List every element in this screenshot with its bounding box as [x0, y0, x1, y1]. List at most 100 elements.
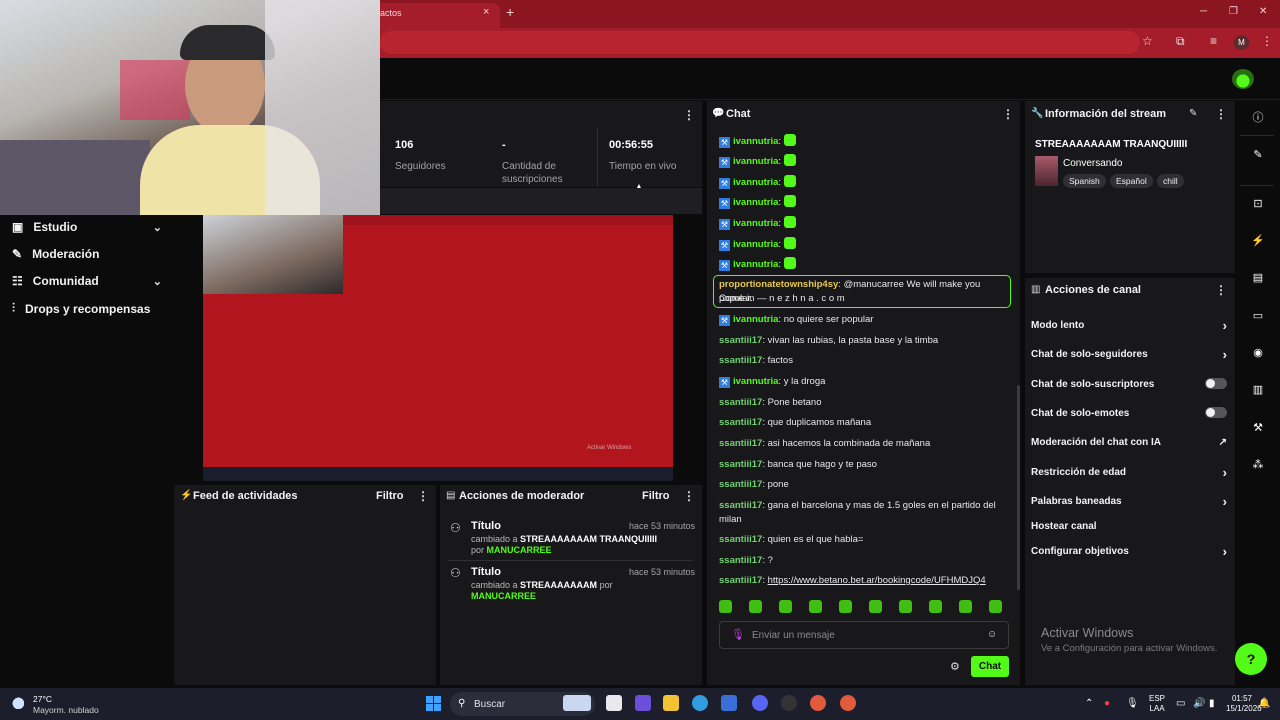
extensions-icon[interactable]: ⧉	[1176, 34, 1185, 49]
gear-icon[interactable]: ⚙	[950, 660, 960, 673]
notification-bell-icon[interactable]: 🔔	[1258, 698, 1270, 709]
category-name[interactable]: Conversando	[1063, 158, 1122, 169]
edit-pencil-icon[interactable]: ✎	[1189, 108, 1197, 119]
action-goals[interactable]: Configurar objetivos ›	[1031, 544, 1227, 559]
preview-browser-bar	[343, 215, 673, 225]
close-window-icon[interactable]: ✕	[1259, 6, 1267, 17]
chrome-icon[interactable]	[810, 695, 826, 711]
stats-menu-icon[interactable]: ⋮	[683, 108, 695, 122]
chat-message-highlight-cont: Come in — n e z h n a . c o m	[719, 293, 845, 304]
user-edit-icon: ⚇	[450, 566, 461, 580]
mod-menu-icon[interactable]: ⋮	[683, 489, 695, 503]
action-subscribers-only[interactable]: Chat de solo-suscriptores	[1031, 378, 1227, 390]
wrench-icon[interactable]: ⚒	[1251, 421, 1265, 435]
toggle-switch[interactable]	[1205, 378, 1227, 389]
bookmark-star-icon[interactable]: ☆	[1142, 34, 1153, 48]
panel-icon[interactable]: ▥	[1251, 383, 1265, 397]
weather-description[interactable]: Mayorm. nublado	[33, 705, 99, 715]
document-icon[interactable]: ▤	[1251, 271, 1265, 285]
channel-actions-menu-icon[interactable]: ⋮	[1215, 283, 1227, 297]
chat-title: Chat	[726, 108, 751, 120]
tray-chevron-icon[interactable]: ⌃	[1085, 698, 1093, 709]
info-icon[interactable]: ⓘ	[1251, 111, 1265, 125]
emote-icon[interactable]	[809, 600, 822, 613]
action-followers-only[interactable]: Chat de solo-seguidores ›	[1031, 347, 1227, 362]
emote-icon[interactable]	[989, 600, 1002, 613]
tab-close-icon[interactable]: ×	[483, 6, 489, 18]
emote-icon[interactable]	[839, 600, 852, 613]
chat-send-button[interactable]: Chat	[971, 656, 1009, 677]
store-icon[interactable]	[721, 695, 737, 711]
toggle-switch[interactable]	[1205, 407, 1227, 418]
task-view-icon[interactable]	[606, 695, 622, 711]
help-button[interactable]: ?	[1235, 643, 1267, 675]
mod-filter-button[interactable]: Filtro	[642, 490, 670, 502]
chat-menu-icon[interactable]: ⋮	[1002, 107, 1014, 121]
action-ai-moderation[interactable]: Moderación del chat con IA ↗	[1031, 437, 1227, 448]
emote-icon[interactable]	[749, 600, 762, 613]
stream-info-title: Información del stream	[1045, 108, 1167, 120]
emoji-icon[interactable]: ☺	[987, 629, 997, 640]
action-banned-words[interactable]: Palabras baneadas ›	[1031, 494, 1227, 509]
maximize-icon[interactable]: ❐	[1229, 6, 1238, 17]
emote-icon[interactable]	[779, 600, 792, 613]
pencil-icon[interactable]: ✎	[1251, 148, 1265, 162]
weather-cloud-icon[interactable]	[12, 695, 28, 709]
action-age-restriction[interactable]: Restricción de edad ›	[1031, 465, 1227, 480]
media-controls-icon[interactable]: ≡	[1210, 34, 1217, 48]
category-thumbnail[interactable]	[1035, 156, 1058, 186]
profile-avatar[interactable]: M	[1234, 35, 1249, 50]
obs-icon[interactable]	[781, 695, 797, 711]
nav-item-estudio[interactable]: ▣ Estudio ⌄	[12, 220, 162, 234]
windows-start-icon[interactable]	[426, 696, 441, 711]
stream-info-menu-icon[interactable]: ⋮	[1215, 107, 1227, 121]
tray-mic-icon[interactable]: 🎙	[1126, 698, 1139, 709]
chat-link[interactable]: https://www.betano.bet.ar/bookingcode/UF…	[768, 575, 986, 586]
action-emotes-only[interactable]: Chat de solo-emotes	[1031, 407, 1227, 419]
emote-icon[interactable]	[929, 600, 942, 613]
file-explorer-icon[interactable]	[663, 695, 679, 711]
weather-temperature[interactable]: 27°C	[33, 694, 52, 704]
action-host-channel[interactable]: Hostear canal	[1031, 521, 1227, 532]
minimize-icon[interactable]: ─	[1200, 6, 1207, 17]
nodes-icon[interactable]: ⁂	[1251, 458, 1265, 472]
nav-label: Drops y recompensas	[25, 301, 151, 316]
nav-item-comunidad[interactable]: ☷ Comunidad ⌄	[12, 274, 162, 288]
tray-app-icon[interactable]: ●	[1104, 698, 1110, 709]
edge-icon[interactable]	[692, 695, 708, 711]
tray-clock[interactable]: 01:57 15/1/2026	[1226, 694, 1262, 714]
chrome-profile-icon[interactable]	[840, 695, 856, 711]
bolt-icon[interactable]: ⚡	[1251, 234, 1265, 248]
tray-language[interactable]: ESP LAA	[1149, 694, 1165, 714]
emote-icon[interactable]	[959, 600, 972, 613]
broadcast-icon[interactable]: ◉	[1251, 346, 1265, 360]
chat-bubble-icon[interactable]: ▭	[1251, 309, 1265, 323]
chat-message: ssantiii17: asi hacemos la combinada de …	[719, 438, 931, 449]
discord-icon[interactable]	[752, 695, 768, 711]
user-avatar[interactable]	[1232, 69, 1254, 89]
stream-preview[interactable]: Activar Windows	[203, 215, 673, 481]
nav-item-moderacion[interactable]: ✎ Moderación	[12, 247, 162, 261]
emote-icon[interactable]	[719, 600, 732, 613]
action-slow-mode[interactable]: Modo lento ›	[1031, 318, 1227, 333]
nav-item-drops[interactable]: ⫶ Drops y recompensas	[12, 301, 162, 316]
new-tab-button[interactable]: +	[506, 4, 514, 20]
capture-icon[interactable]: ⊡	[1251, 197, 1265, 211]
tag-chill[interactable]: chill	[1157, 174, 1184, 188]
microphone-icon[interactable]: 🎙	[731, 628, 745, 641]
tag-espanol[interactable]: Español	[1110, 174, 1153, 188]
chat-scrollbar[interactable]	[1017, 385, 1020, 590]
battery-icon[interactable]: ▮	[1209, 698, 1215, 709]
address-bar[interactable]	[380, 31, 1140, 54]
chevron-right-icon: ›	[1222, 494, 1227, 509]
mod-badge-icon: ⚒	[719, 315, 730, 326]
tag-spanish[interactable]: Spanish	[1063, 174, 1106, 188]
network-icon[interactable]: ▭	[1176, 698, 1185, 709]
emote-icon[interactable]	[899, 600, 912, 613]
activity-filter-button[interactable]: Filtro	[376, 490, 404, 502]
copilot-icon[interactable]	[635, 695, 651, 711]
emote-icon[interactable]	[869, 600, 882, 613]
browser-menu-icon[interactable]: ⋮	[1261, 34, 1273, 48]
speaker-icon[interactable]: 🔊	[1193, 698, 1205, 709]
activity-menu-icon[interactable]: ⋮	[417, 489, 429, 503]
